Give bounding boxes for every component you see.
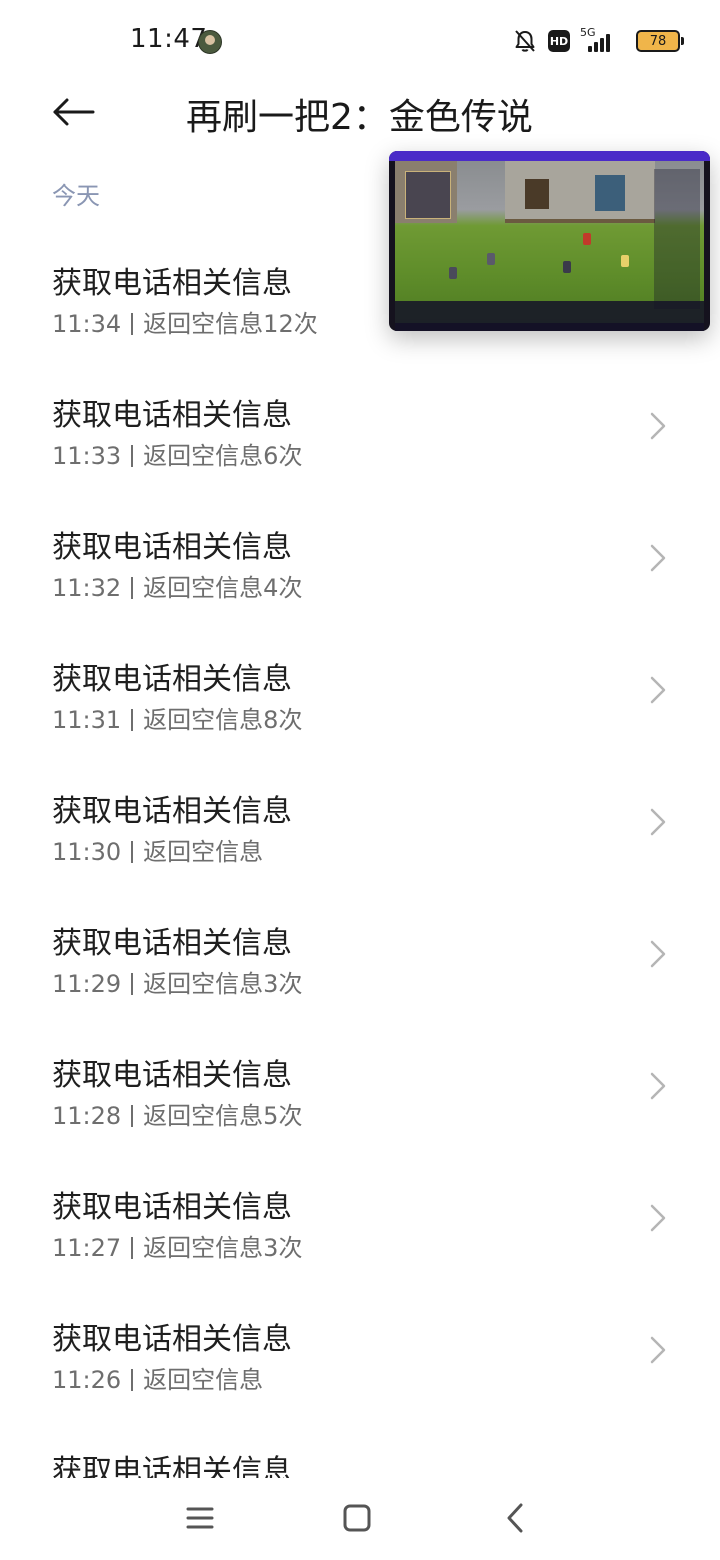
item-result: 返回空信息5次	[143, 1102, 303, 1130]
battery-level: 78	[649, 33, 667, 49]
item-subtitle: 11:27 返回空信息3次	[52, 1228, 302, 1263]
list-item[interactable]: 获取电话相关信息 11:26 返回空信息	[0, 1286, 720, 1418]
item-result: 返回空信息3次	[143, 1234, 303, 1262]
divider	[131, 313, 134, 335]
chevron-right-icon	[650, 1204, 666, 1232]
item-result: 返回空信息	[143, 838, 264, 866]
item-subtitle: 11:26 返回空信息	[52, 1360, 263, 1395]
chevron-right-icon	[650, 1336, 666, 1364]
signal-icon: 5G	[580, 26, 626, 54]
game-hud-bar	[395, 301, 704, 331]
chevron-right-icon	[650, 1072, 666, 1100]
item-title: 获取电话相关信息	[52, 1322, 292, 1357]
recent-apps-button[interactable]	[180, 1498, 220, 1538]
list-item[interactable]: 获取电话相关信息 11:29 返回空信息3次	[0, 890, 720, 1022]
item-result: 返回空信息4次	[143, 574, 303, 602]
nav-back-button[interactable]	[495, 1498, 535, 1538]
item-time: 11:29	[52, 970, 122, 998]
item-time: 11:28	[52, 1102, 122, 1130]
item-title: 获取电话相关信息	[52, 1454, 292, 1478]
item-title: 获取电话相关信息	[52, 926, 292, 961]
back-button[interactable]	[44, 86, 104, 138]
list-item[interactable]: 获取电话相关信息 11:27 返回空信息3次	[0, 1154, 720, 1286]
chevron-right-icon	[650, 544, 666, 572]
chevron-right-icon	[650, 412, 666, 440]
divider	[131, 577, 134, 599]
divider	[131, 709, 134, 731]
divider	[131, 973, 134, 995]
item-time: 11:34	[52, 310, 122, 338]
item-title: 获取电话相关信息	[52, 1058, 292, 1093]
system-nav-bar	[0, 1480, 720, 1560]
status-time: 11:47	[130, 24, 208, 54]
item-title: 获取电话相关信息	[52, 398, 292, 433]
divider	[131, 445, 134, 467]
menu-icon	[186, 1507, 214, 1529]
notification-avatar-icon	[198, 30, 222, 54]
arrow-left-icon	[53, 98, 95, 126]
item-title: 获取电话相关信息	[52, 1190, 292, 1225]
item-subtitle: 11:28 返回空信息5次	[52, 1096, 302, 1131]
permission-log-list: 获取电话相关信息 11:34 返回空信息12次 获取电话相关信息 11:33 返回空…	[0, 230, 720, 1478]
status-icons: HD 5G 78	[512, 26, 684, 56]
divider	[131, 841, 134, 863]
item-title: 获取电话相关信息	[52, 794, 292, 829]
chevron-right-icon	[650, 940, 666, 968]
divider	[131, 1237, 134, 1259]
app-header: 再刷一把2：金色传说	[0, 80, 720, 144]
item-result: 返回空信息6次	[143, 442, 303, 470]
section-label-today: 今天	[52, 182, 100, 210]
item-result: 返回空信息8次	[143, 706, 303, 734]
item-title: 获取电话相关信息	[52, 266, 292, 301]
item-time: 11:30	[52, 838, 122, 866]
game-scene-image	[395, 161, 704, 323]
item-time: 11:33	[52, 442, 122, 470]
back-chevron-icon	[507, 1503, 523, 1533]
item-subtitle: 11:29 返回空信息3次	[52, 964, 302, 999]
battery-icon: 78	[636, 30, 684, 52]
item-subtitle: 11:33 返回空信息6次	[52, 436, 302, 471]
page-title: 再刷一把2：金色传说	[186, 97, 533, 138]
item-time: 11:26	[52, 1366, 122, 1394]
list-item[interactable]: 获取电话相关信息 11:32 返回空信息4次	[0, 494, 720, 626]
item-title: 获取电话相关信息	[52, 662, 292, 697]
item-title: 获取电话相关信息	[52, 530, 292, 565]
list-item[interactable]: 获取电话相关信息 11:30 返回空信息	[0, 758, 720, 890]
list-item[interactable]: 获取电话相关信息	[0, 1418, 720, 1478]
item-subtitle: 11:34 返回空信息12次	[52, 304, 318, 339]
item-time: 11:27	[52, 1234, 122, 1262]
item-subtitle: 11:30 返回空信息	[52, 832, 263, 867]
signal-bars	[588, 34, 610, 52]
game-preview-window[interactable]	[389, 151, 710, 331]
status-bar: 11:47 HD 5G 78	[0, 0, 720, 80]
chevron-right-icon	[650, 676, 666, 704]
bell-off-icon	[515, 30, 535, 52]
item-time: 11:32	[52, 574, 122, 602]
list-item[interactable]: 获取电话相关信息 11:31 返回空信息8次	[0, 626, 720, 758]
hd-badge: HD	[548, 30, 570, 52]
list-item[interactable]: 获取电话相关信息 11:28 返回空信息5次	[0, 1022, 720, 1154]
home-button[interactable]	[337, 1498, 377, 1538]
list-item[interactable]: 获取电话相关信息 11:33 返回空信息6次	[0, 362, 720, 494]
home-square-icon	[343, 1504, 371, 1532]
item-result: 返回空信息12次	[143, 310, 318, 338]
divider	[131, 1369, 134, 1391]
chevron-right-icon	[650, 808, 666, 836]
item-subtitle: 11:31 返回空信息8次	[52, 700, 302, 735]
divider	[131, 1105, 134, 1127]
item-time: 11:31	[52, 706, 122, 734]
item-result: 返回空信息3次	[143, 970, 303, 998]
item-subtitle: 11:32 返回空信息4次	[52, 568, 302, 603]
preview-title-bar	[389, 151, 710, 161]
item-result: 返回空信息	[143, 1366, 264, 1394]
